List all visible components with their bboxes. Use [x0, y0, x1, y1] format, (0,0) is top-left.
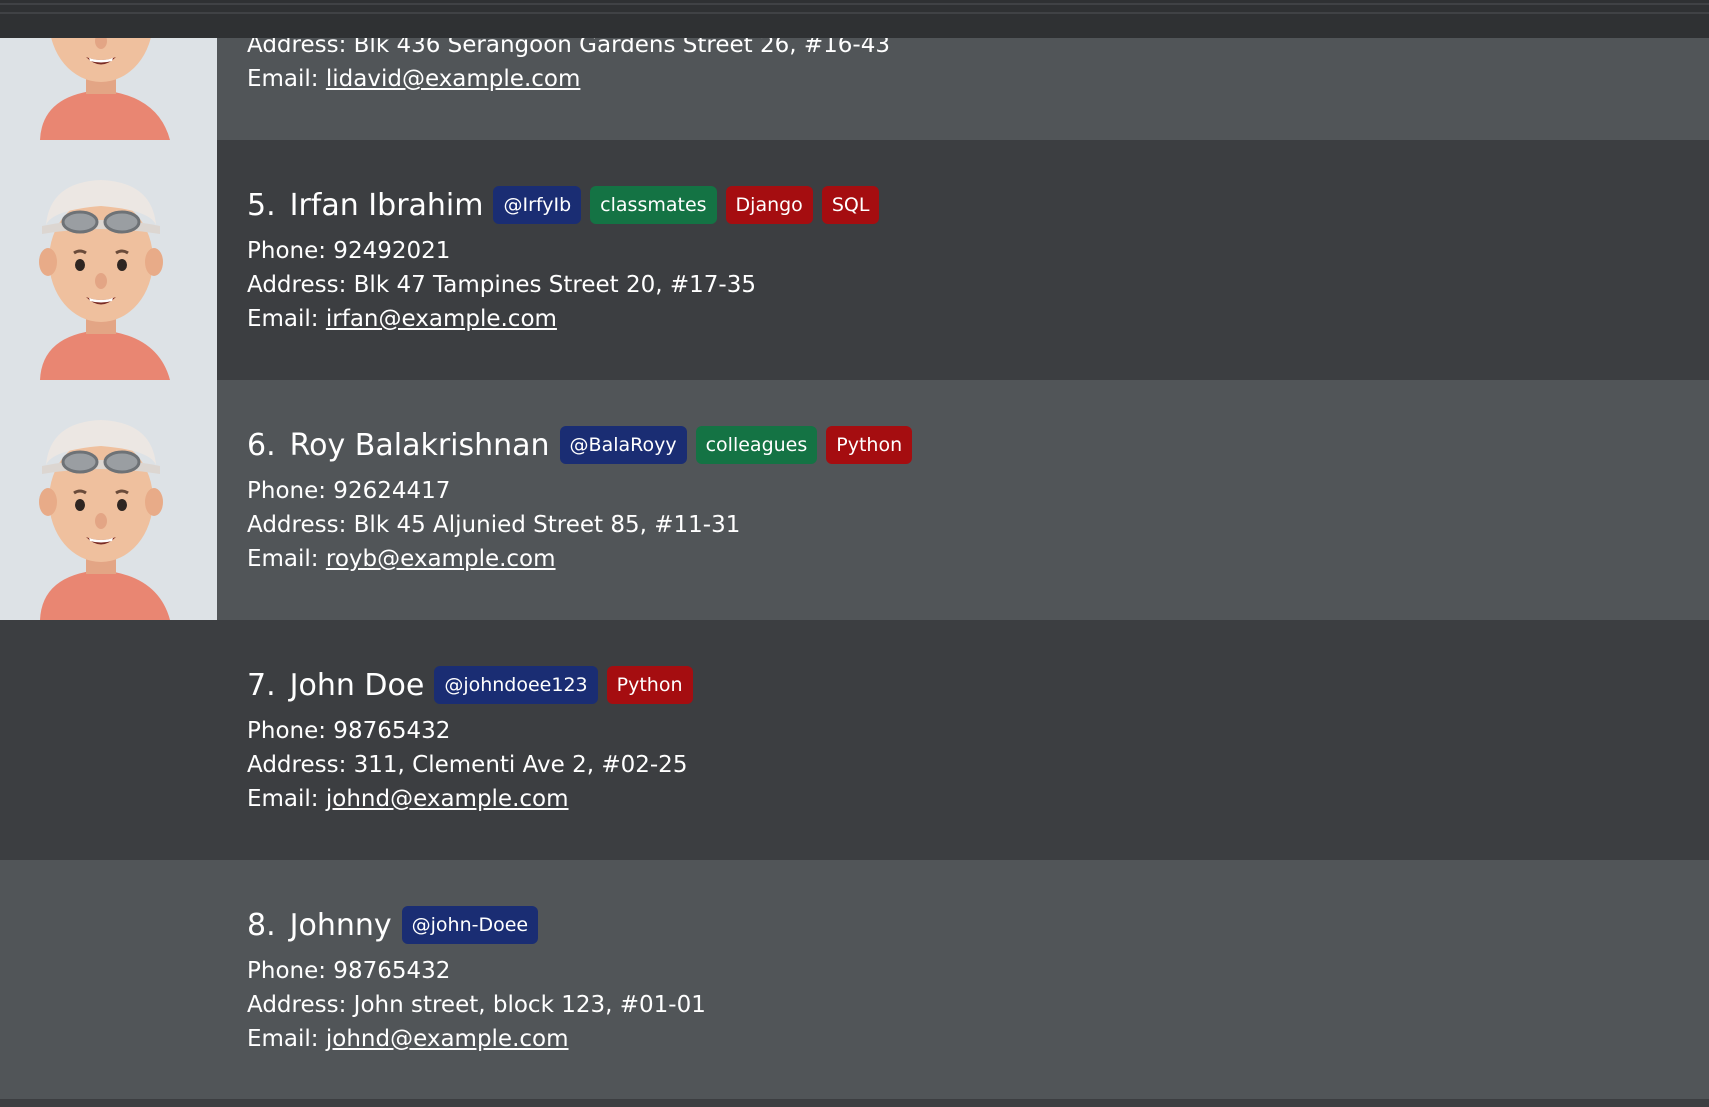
avatar-cartoon-icon	[0, 38, 217, 140]
phone-text: Phone: 98765432	[247, 718, 451, 744]
email-link[interactable]: royb@example.com	[326, 546, 556, 572]
address-text: Address: Blk 45 Aljunied Street 85, #11-…	[247, 512, 741, 538]
phone-text: Phone: 98765432	[247, 958, 451, 984]
email-row: Email: royb@example.com	[247, 542, 921, 576]
email-label: Email:	[247, 1026, 326, 1052]
email-row: Email: lidavid@example.com	[247, 62, 890, 96]
email-link[interactable]: johnd@example.com	[326, 1026, 569, 1052]
handle-tag: @johndoee123	[434, 666, 598, 704]
email-label: Email:	[247, 546, 326, 572]
avatar	[0, 38, 217, 140]
person-index: 6.	[247, 427, 276, 463]
address-text: Address: Blk 436 Serangoon Gardens Stree…	[247, 38, 890, 58]
skill-tag: Python	[826, 426, 913, 464]
address-text: Address: John street, block 123, #01-01	[247, 992, 706, 1018]
window-top-bar	[0, 0, 1709, 39]
avatar-cartoon-icon	[0, 140, 217, 380]
skill-tag: Python	[606, 666, 693, 704]
phone-text: Phone: 92624417	[247, 478, 451, 504]
person-index: 8.	[247, 907, 276, 943]
person-card[interactable]: 7. John Doe @johndoee123 Python Phone: 98…	[0, 620, 1709, 860]
email-label: Email:	[247, 786, 326, 812]
avatar	[0, 140, 217, 380]
handle-tag: @john-Doee	[401, 906, 539, 944]
person-index: 7.	[247, 667, 276, 703]
email-link[interactable]: irfan@example.com	[326, 306, 557, 332]
person-card[interactable]: 5. Irfan Ibrahim @IrfyIb classmates Djang…	[0, 140, 1709, 380]
name-row: 5. Irfan Ibrahim @IrfyIb classmates Djang…	[247, 184, 888, 226]
name-row: 8. Johnny @john-Doee	[247, 904, 706, 946]
avatar-cartoon-icon	[0, 380, 217, 620]
person-card[interactable]: 6. Roy Balakrishnan @BalaRoyy colleagues …	[0, 380, 1709, 620]
name-row: 7. John Doe @johndoee123 Python	[247, 664, 702, 706]
address-text: Address: 311, Clementi Ave 2, #02-25	[247, 752, 688, 778]
avatar	[0, 380, 217, 620]
group-tag: colleagues	[695, 426, 818, 464]
person-card[interactable]: . Address: Blk 436 Serangoon Gardens Str…	[0, 38, 1709, 140]
skill-tag: SQL	[821, 186, 880, 224]
address-text: Address: Blk 47 Tampines Street 20, #17-…	[247, 272, 756, 298]
phone-text: Phone: 92492021	[247, 238, 451, 264]
handle-tag: @BalaRoyy	[559, 426, 687, 464]
name-row: 6. Roy Balakrishnan @BalaRoyy colleagues …	[247, 424, 921, 466]
group-tag: classmates	[590, 186, 717, 224]
email-label: Email:	[247, 306, 326, 332]
email-row: Email: johnd@example.com	[247, 782, 702, 816]
person-name: 8. Johnny	[247, 908, 392, 943]
top-bar-line	[0, 3, 1709, 5]
person-name-text: John Doe	[289, 667, 425, 703]
top-bar-line	[0, 12, 1709, 14]
email-row: Email: irfan@example.com	[247, 302, 888, 336]
email-link[interactable]: johnd@example.com	[326, 786, 569, 812]
email-row: Email: johnd@example.com	[247, 1022, 706, 1056]
handle-tag: @IrfyIb	[493, 186, 582, 224]
person-name-text: Johnny	[289, 907, 392, 943]
skill-tag: Django	[725, 186, 813, 224]
person-name: 5. Irfan Ibrahim	[247, 188, 483, 223]
person-name-text: Roy Balakrishnan	[289, 427, 550, 463]
person-name-text: Irfan Ibrahim	[289, 187, 484, 223]
person-card[interactable]: 8. Johnny @john-Doee Phone: 98765432 Addr…	[0, 860, 1709, 1099]
person-name: 6. Roy Balakrishnan	[247, 428, 550, 463]
email-link[interactable]: lidavid@example.com	[326, 66, 581, 92]
person-index: 5.	[247, 187, 276, 223]
person-list[interactable]: . Address: Blk 436 Serangoon Gardens Str…	[0, 38, 1709, 1099]
email-label: Email:	[247, 66, 326, 92]
person-name: 7. John Doe	[247, 668, 424, 703]
